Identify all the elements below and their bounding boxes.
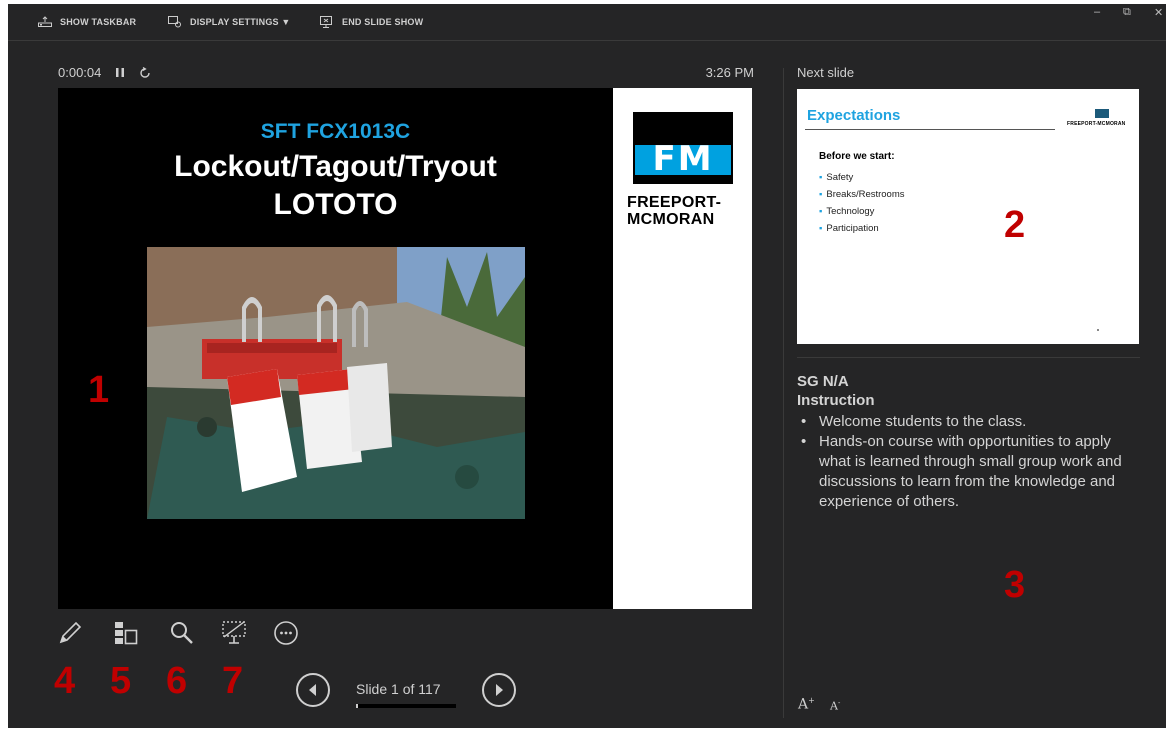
slide-title-line1: Lockout/Tagout/Tryout (174, 150, 497, 183)
freeport-mcmoran-logo: FM (633, 112, 733, 184)
display-settings-label: DISPLAY SETTINGS ▼ (190, 17, 291, 27)
timer-bar: 0:00:04 (58, 65, 151, 80)
next-slide-logo-text: FREEPORT-MCMORAN (1067, 121, 1126, 127)
next-slide-title: Expectations (807, 107, 901, 124)
taskbar-icon (38, 16, 52, 27)
next-slide-button[interactable] (482, 673, 516, 707)
reset-timer-icon[interactable] (139, 66, 151, 79)
annotation-7: 7 (222, 660, 244, 702)
list-item: ▪ Safety (819, 172, 854, 183)
annotation-5: 5 (110, 660, 132, 702)
previous-arrow-icon (309, 684, 316, 696)
lockout-tagout-photo (147, 247, 525, 519)
notes-line-instruction: Instruction (797, 392, 875, 409)
slide-title-line2: LOTOTO (273, 188, 398, 221)
annotation-2: 2 (1004, 204, 1026, 246)
annotation-1: 1 (88, 369, 110, 411)
annotation-3: 3 (1004, 564, 1026, 606)
close-button[interactable]: ✕ (1154, 6, 1163, 19)
previous-slide-button[interactable] (296, 673, 330, 707)
notes-bullet: Hands-on course with opportunities to ap… (797, 432, 1142, 512)
next-slide-logo-icon (1095, 109, 1109, 118)
increase-font-button[interactable]: A+ (798, 696, 815, 713)
presenter-view: SHOW TASKBAR DISPLAY SETTINGS ▼ END SLID… (8, 4, 1166, 728)
see-all-slides-icon[interactable] (112, 619, 140, 647)
next-arrow-icon (496, 684, 503, 696)
slide-course-code: SFT FCX1013C (260, 120, 411, 143)
next-slide-label: Next slide (797, 65, 855, 80)
display-settings-button[interactable]: DISPLAY SETTINGS ▼ (168, 16, 291, 28)
notes-line-sg: SG N/A (797, 373, 849, 390)
more-options-icon[interactable] (272, 619, 300, 647)
display-settings-icon (168, 16, 181, 28)
slide-title: Lockout/Tagout/Tryout LOTOTO (58, 148, 613, 224)
restore-button[interactable]: ⧉ (1123, 6, 1131, 19)
show-taskbar-label: SHOW TASKBAR (60, 16, 137, 27)
logo-text-line2: MCMORAN (627, 211, 715, 228)
presenter-toolbar: SHOW TASKBAR DISPLAY SETTINGS ▼ END SLID… (8, 4, 1166, 41)
slide-counter[interactable]: Slide 1 of 117 (356, 681, 441, 697)
pause-icon[interactable] (115, 67, 125, 78)
zoom-icon[interactable] (168, 619, 196, 647)
elapsed-time: 0:00:04 (58, 65, 102, 80)
pen-icon[interactable] (56, 619, 84, 647)
next-slide-list: ▪ Safety ▪ Breaks/Restrooms ▪ Technology ▪ P… (819, 169, 905, 237)
notes-bullets: Welcome students to the class. Hands-on … (797, 412, 1142, 512)
current-time: 3:26 PM (705, 65, 754, 80)
list-item: ▪ Participation (819, 223, 879, 234)
end-slide-show-label: END SLIDE SHOW (342, 17, 424, 27)
annotation-6: 6 (166, 660, 188, 702)
next-slide-preview[interactable]: Expectations FREEPORT-MCMORAN Before we … (797, 89, 1139, 344)
logo-mark: FM (652, 139, 714, 179)
current-slide[interactable]: SFT FCX1013C Lockout/Tagout/Tryout LOTOT… (58, 88, 752, 609)
logo-text: FREEPORT- MCMORAN (627, 194, 742, 228)
next-slide-heading: Before we start: (819, 151, 895, 162)
end-show-icon (320, 16, 332, 28)
list-item: ▪ Breaks/Restrooms (819, 189, 905, 200)
black-screen-icon[interactable] (220, 619, 248, 647)
slide-logo-panel: FM FREEPORT- MCMORAN (613, 88, 752, 609)
annotation-4: 4 (54, 660, 76, 702)
slide-progress-bar (356, 704, 456, 708)
notes-bullet: Welcome students to the class. (797, 412, 1142, 432)
list-item: ▪ Technology (819, 206, 875, 217)
minimize-button[interactable]: – (1094, 6, 1100, 18)
next-slide-rule (805, 129, 1055, 130)
show-taskbar-button[interactable]: SHOW TASKBAR (38, 16, 136, 27)
pane-divider (783, 68, 784, 718)
notes-divider (797, 357, 1140, 358)
end-slide-show-button[interactable]: END SLIDE SHOW (320, 16, 423, 28)
logo-text-line1: FREEPORT- (627, 194, 722, 211)
decrease-font-button[interactable]: A- (830, 699, 840, 713)
speaker-notes[interactable]: SG N/A Instruction Welcome students to t… (797, 372, 1142, 512)
